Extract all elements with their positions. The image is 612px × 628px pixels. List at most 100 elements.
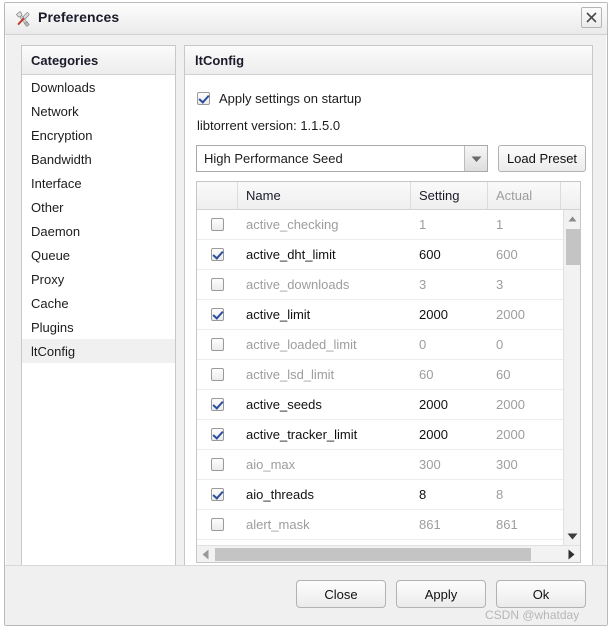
row-setting-cell[interactable]: 300 <box>411 450 488 479</box>
dialog-body: Categories Downloads Network Encryption Ban… <box>5 35 607 575</box>
table-row[interactable]: aio_max 300 300 <box>197 450 565 480</box>
row-checkbox-cell[interactable] <box>197 450 238 479</box>
row-setting-cell[interactable]: 60 <box>411 360 488 389</box>
sidebar-item-label: Encryption <box>31 127 93 143</box>
row-checkbox[interactable] <box>211 518 224 531</box>
sidebar-item-label: Network <box>31 103 79 119</box>
row-checkbox-cell[interactable] <box>197 390 238 419</box>
sidebar-item-interface[interactable]: Interface <box>22 171 175 195</box>
scroll-right-icon[interactable] <box>563 546 580 562</box>
scroll-left-icon[interactable] <box>197 546 214 563</box>
dialog-footer: Close Apply Ok <box>5 565 607 625</box>
row-setting-cell[interactable]: 2000 <box>411 300 488 329</box>
row-checkbox-cell[interactable] <box>197 300 238 329</box>
sidebar-item-label: Proxy <box>31 271 65 287</box>
table-row[interactable]: active_lsd_limit 60 60 <box>197 360 565 390</box>
scroll-down-icon[interactable] <box>564 528 580 545</box>
sidebar-item-plugins[interactable]: Plugins <box>22 315 175 339</box>
horizontal-scroll-thumb[interactable] <box>215 548 531 561</box>
row-checkbox-cell[interactable] <box>197 480 238 509</box>
vertical-scroll-thumb[interactable] <box>566 229 580 265</box>
table-body: active_checking 1 1 active_dht_limit 600 600 a… <box>197 210 565 545</box>
row-checkbox[interactable] <box>211 458 224 471</box>
row-name-cell: alert_mask <box>246 517 310 532</box>
row-actual-cell: 8 <box>496 487 504 502</box>
row-checkbox[interactable] <box>211 368 224 381</box>
vertical-scrollbar[interactable] <box>563 210 580 545</box>
close-icon[interactable] <box>581 7 602 28</box>
row-checkbox[interactable] <box>211 218 224 231</box>
column-header-actual[interactable]: Actual <box>488 182 561 209</box>
table-row[interactable]: active_loaded_limit 0 0 <box>197 330 565 360</box>
sidebar-item-daemon[interactable]: Daemon <box>22 219 175 243</box>
column-header-checkbox[interactable] <box>197 182 238 209</box>
preset-row: High Performance Seed Load Preset <box>196 145 586 172</box>
ok-button[interactable]: Ok <box>496 580 586 608</box>
row-checkbox[interactable] <box>211 428 224 441</box>
apply-on-startup-checkbox[interactable] <box>197 92 210 105</box>
row-checkbox[interactable] <box>211 308 224 321</box>
row-actual-cell: 300 <box>496 457 518 472</box>
sidebar-item-other[interactable]: Other <box>22 195 175 219</box>
apply-button[interactable]: Apply <box>396 580 486 608</box>
row-checkbox-cell[interactable] <box>197 360 238 389</box>
sidebar-item-bandwidth[interactable]: Bandwidth <box>22 147 175 171</box>
row-setting-cell[interactable]: 1 <box>411 210 488 239</box>
sidebar-item-label: Cache <box>31 295 69 311</box>
row-setting-cell[interactable]: 2000 <box>411 420 488 449</box>
close-button-label: Close <box>324 586 358 602</box>
row-checkbox[interactable] <box>211 398 224 411</box>
row-checkbox[interactable] <box>211 488 224 501</box>
preset-select[interactable]: High Performance Seed <box>196 145 488 172</box>
horizontal-scrollbar[interactable] <box>197 545 580 562</box>
table-row[interactable]: active_seeds 2000 2000 <box>197 390 565 420</box>
row-checkbox[interactable] <box>211 248 224 261</box>
table-row[interactable]: active_checking 1 1 <box>197 210 565 240</box>
sidebar-item-cache[interactable]: Cache <box>22 291 175 315</box>
sidebar-item-network[interactable]: Network <box>22 99 175 123</box>
table-row[interactable]: active_tracker_limit 2000 2000 <box>197 420 565 450</box>
row-setting-cell[interactable]: 8 <box>411 480 488 509</box>
sidebar-item-label: Other <box>31 199 64 215</box>
row-setting-cell[interactable]: 3 <box>411 270 488 299</box>
row-setting-cell[interactable]: 2000 <box>411 390 488 419</box>
row-checkbox-cell[interactable] <box>197 210 238 239</box>
row-checkbox-cell[interactable] <box>197 420 238 449</box>
sidebar-item-label: Interface <box>31 175 82 191</box>
apply-on-startup-row[interactable]: Apply settings on startup <box>197 91 361 106</box>
column-header-filler <box>561 182 580 209</box>
sidebar-item-downloads[interactable]: Downloads <box>22 75 175 99</box>
row-checkbox-cell[interactable] <box>197 270 238 299</box>
row-setting-cell[interactable]: 0 <box>411 330 488 359</box>
sidebar-item-label: ltConfig <box>31 343 76 359</box>
sidebar-item-proxy[interactable]: Proxy <box>22 267 175 291</box>
close-button[interactable]: Close <box>296 580 386 608</box>
preferences-window: Preferences Categories Downloads Network E… <box>4 2 608 626</box>
load-preset-button[interactable]: Load Preset <box>498 145 586 172</box>
row-actual-cell: 2000 <box>496 427 525 442</box>
table-row[interactable]: active_limit 2000 2000 <box>197 300 565 330</box>
row-checkbox[interactable] <box>211 338 224 351</box>
column-header-name[interactable]: Name <box>238 182 411 209</box>
table-row[interactable]: aio_threads 8 8 <box>197 480 565 510</box>
row-checkbox-cell[interactable] <box>197 330 238 359</box>
row-checkbox-cell[interactable] <box>197 240 238 269</box>
sidebar-item-ltconfig[interactable]: ltConfig <box>22 339 175 363</box>
row-checkbox-cell[interactable] <box>197 510 238 539</box>
preset-selected-value: High Performance Seed <box>204 151 343 166</box>
table-row[interactable]: active_dht_limit 600 600 <box>197 240 565 270</box>
column-header-setting[interactable]: Setting <box>411 182 488 209</box>
scroll-up-icon[interactable] <box>564 210 580 227</box>
row-setting-cell[interactable]: 600 <box>411 240 488 269</box>
table-row[interactable]: alert_mask 861 861 <box>197 510 565 540</box>
row-name-cell: aio_threads <box>246 487 314 502</box>
row-name-cell: active_tracker_limit <box>246 427 358 442</box>
chevron-down-icon[interactable] <box>464 146 487 171</box>
sidebar-item-queue[interactable]: Queue <box>22 243 175 267</box>
sidebar-item-encryption[interactable]: Encryption <box>22 123 175 147</box>
categories-panel: Categories Downloads Network Encryption Ban… <box>21 45 176 575</box>
row-checkbox[interactable] <box>211 278 224 291</box>
table-row[interactable]: active_downloads 3 3 <box>197 270 565 300</box>
row-setting-cell[interactable]: 861 <box>411 510 488 539</box>
row-name-cell: active_limit <box>246 307 311 322</box>
